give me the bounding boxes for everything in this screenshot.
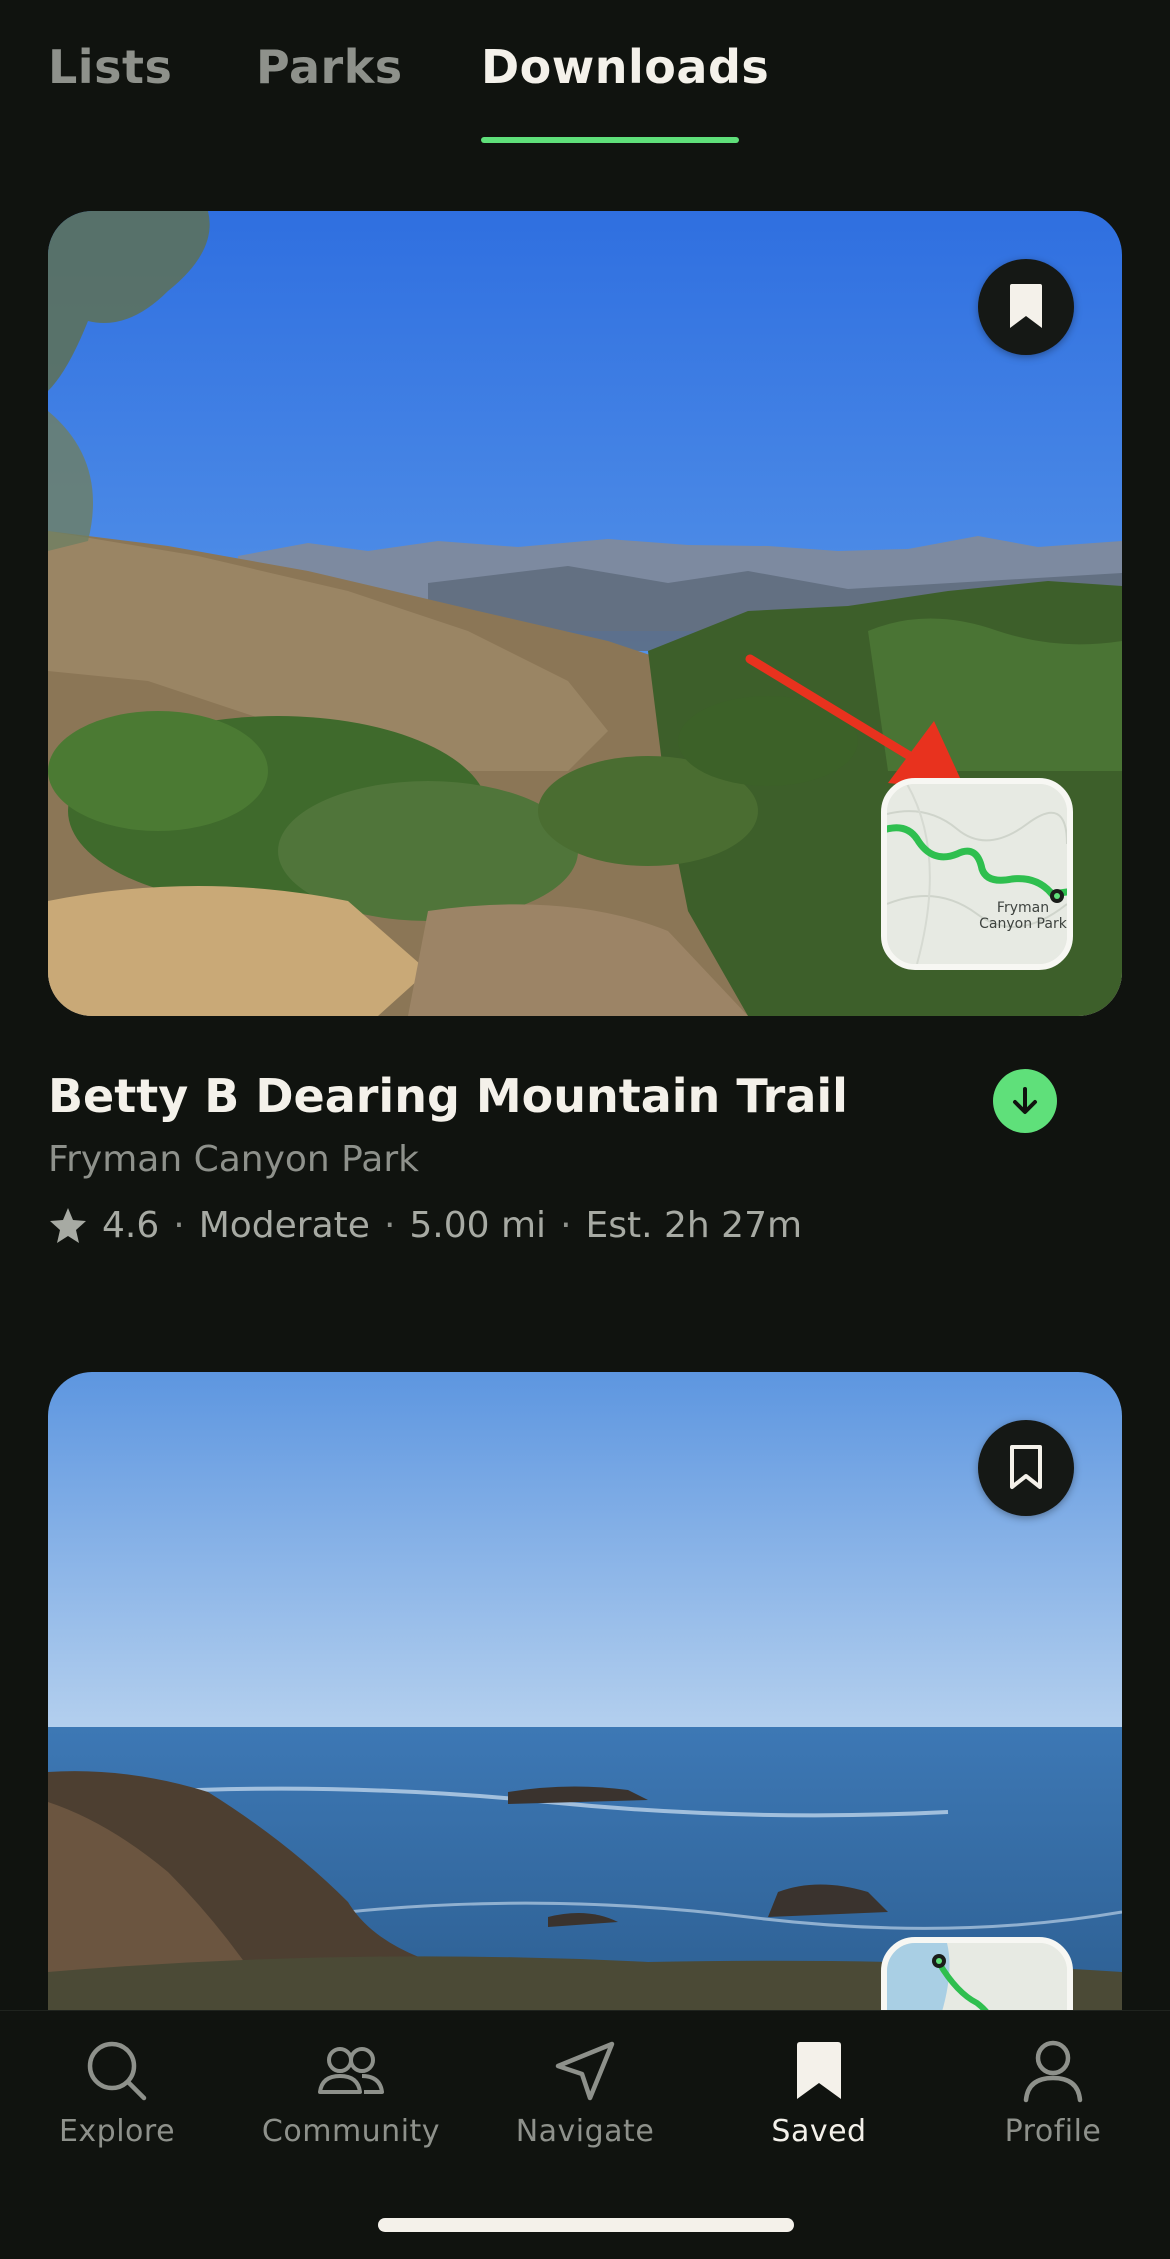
distance: 5.00 mi: [409, 1204, 547, 1246]
nav-community[interactable]: Community: [234, 2036, 468, 2166]
downloaded-badge[interactable]: [993, 1069, 1057, 1133]
map-park-label: Fryman Canyon Park: [979, 900, 1067, 932]
tab-downloads[interactable]: Downloads: [481, 40, 769, 94]
star-icon: [50, 1208, 86, 1243]
bookmark-filled-icon: [1010, 284, 1042, 328]
trail-map-thumbnail[interactable]: [881, 1937, 1073, 2012]
separator-dot: ·: [173, 1204, 185, 1246]
trail-map-icon: [887, 1943, 1067, 2012]
nav-label: Saved: [771, 2114, 867, 2149]
top-tab-bar: Lists Parks Downloads: [0, 0, 1170, 145]
tab-parks[interactable]: Parks: [256, 40, 403, 94]
person-icon: [1023, 2040, 1083, 2103]
nav-label: Community: [261, 2114, 441, 2149]
tab-lists[interactable]: Lists: [48, 40, 172, 94]
active-tab-indicator: [481, 137, 739, 143]
nav-explore[interactable]: Explore: [0, 2036, 234, 2166]
trail-title[interactable]: Betty B Dearing Mountain Trail: [48, 1069, 848, 1123]
bookmark-outline-icon: [1010, 1445, 1042, 1489]
download-arrow-icon: [1013, 1087, 1037, 1114]
trail-card[interactable]: Fryman Canyon Park Betty B Dearing Mount…: [48, 211, 1122, 1246]
bookmark-button[interactable]: [978, 259, 1074, 355]
nav-label: Profile: [1004, 2114, 1102, 2149]
trail-map-icon: [887, 784, 1067, 964]
separator-dot: ·: [560, 1204, 572, 1246]
difficulty: Moderate: [198, 1204, 370, 1246]
nav-navigate[interactable]: Navigate: [468, 2036, 702, 2166]
home-indicator[interactable]: [378, 2218, 794, 2232]
search-icon: [87, 2041, 147, 2101]
trail-map-thumbnail[interactable]: Fryman Canyon Park: [881, 778, 1073, 970]
bookmark-icon: [797, 2042, 841, 2099]
navigate-arrow-icon: [555, 2041, 615, 2101]
estimated-time: Est. 2h 27m: [585, 1204, 803, 1246]
nav-saved[interactable]: Saved: [702, 2036, 936, 2166]
nav-label: Navigate: [515, 2114, 655, 2149]
rocky-coastline-photo: [48, 1372, 1122, 2012]
nav-label: Explore: [58, 2114, 176, 2149]
trail-photo[interactable]: [48, 1372, 1122, 2012]
trail-meta-row: 4.6 · Moderate · 5.00 mi · Est. 2h 27m: [48, 1201, 802, 1249]
people-icon: [318, 2047, 384, 2094]
park-name[interactable]: Fryman Canyon Park: [48, 1139, 419, 1180]
nav-profile[interactable]: Profile: [936, 2036, 1170, 2166]
separator-dot: ·: [383, 1204, 396, 1246]
rating-value: 4.6: [102, 1204, 160, 1246]
trail-card[interactable]: [48, 1372, 1122, 2012]
bookmark-button[interactable]: [978, 1420, 1074, 1516]
trail-photo[interactable]: Fryman Canyon Park: [48, 211, 1122, 1016]
